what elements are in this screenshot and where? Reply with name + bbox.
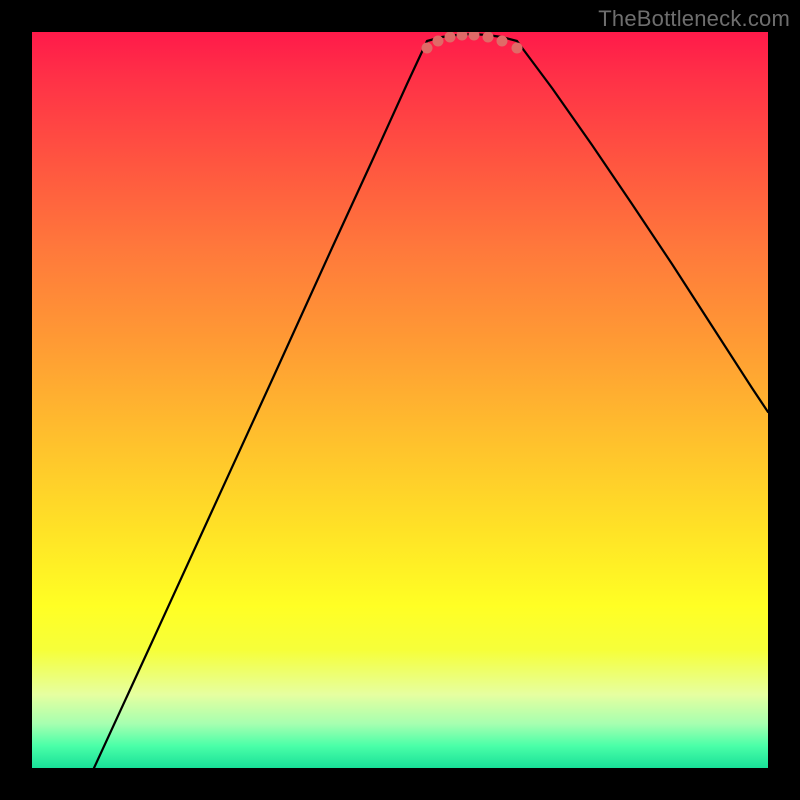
watermark-text: TheBottleneck.com: [598, 6, 790, 32]
valley-dot: [422, 43, 433, 54]
chart-frame: TheBottleneck.com: [0, 0, 800, 800]
valley-dot: [512, 43, 523, 54]
plot-area: [32, 32, 768, 768]
valley-dot: [457, 32, 468, 41]
valley-dot: [433, 36, 444, 47]
curve-path: [94, 34, 768, 768]
bottleneck-curve: [32, 32, 768, 768]
valley-dot: [497, 36, 508, 47]
valley-dots: [422, 32, 523, 54]
valley-dot: [483, 32, 494, 43]
valley-dot: [445, 32, 456, 43]
valley-dot: [469, 32, 480, 41]
